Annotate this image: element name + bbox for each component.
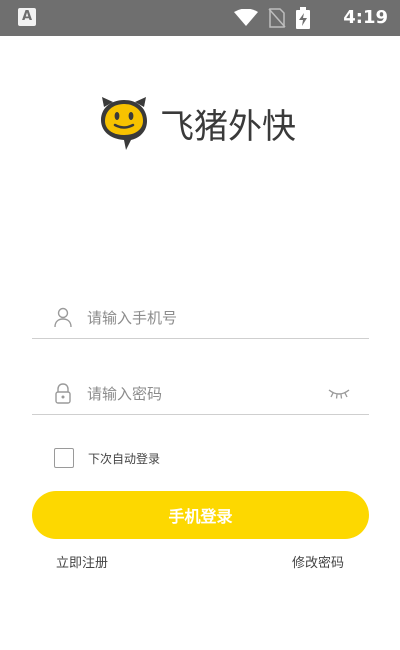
user-icon [54,307,72,328]
phone-input[interactable] [87,304,337,332]
wifi-icon [234,9,258,26]
pig-logo-icon [101,97,147,150]
phone-field [32,298,369,339]
register-link[interactable]: 立即注册 [56,552,108,571]
change-password-link[interactable]: 修改密码 [292,552,344,571]
remember-label: 下次自动登录 [88,451,161,466]
status-time: 4:19 [343,7,388,28]
eye-closed-icon[interactable] [327,386,351,400]
lock-icon [55,383,71,404]
app-name: 飞猪外快 [160,106,296,147]
phone-login-button[interactable]: 手机登录 [32,491,369,539]
password-field [32,374,369,415]
status-bar: A 4:19 [0,0,400,36]
remember-checkbox[interactable] [54,448,74,468]
status-icons [234,6,310,30]
battery-charging-icon [296,7,310,29]
remember-login[interactable]: 下次自动登录 [54,448,160,468]
password-input[interactable] [87,380,337,408]
app-logo: 飞猪外快 [98,95,296,151]
no-sim-icon [268,8,286,28]
notification-app-icon: A [18,8,36,26]
